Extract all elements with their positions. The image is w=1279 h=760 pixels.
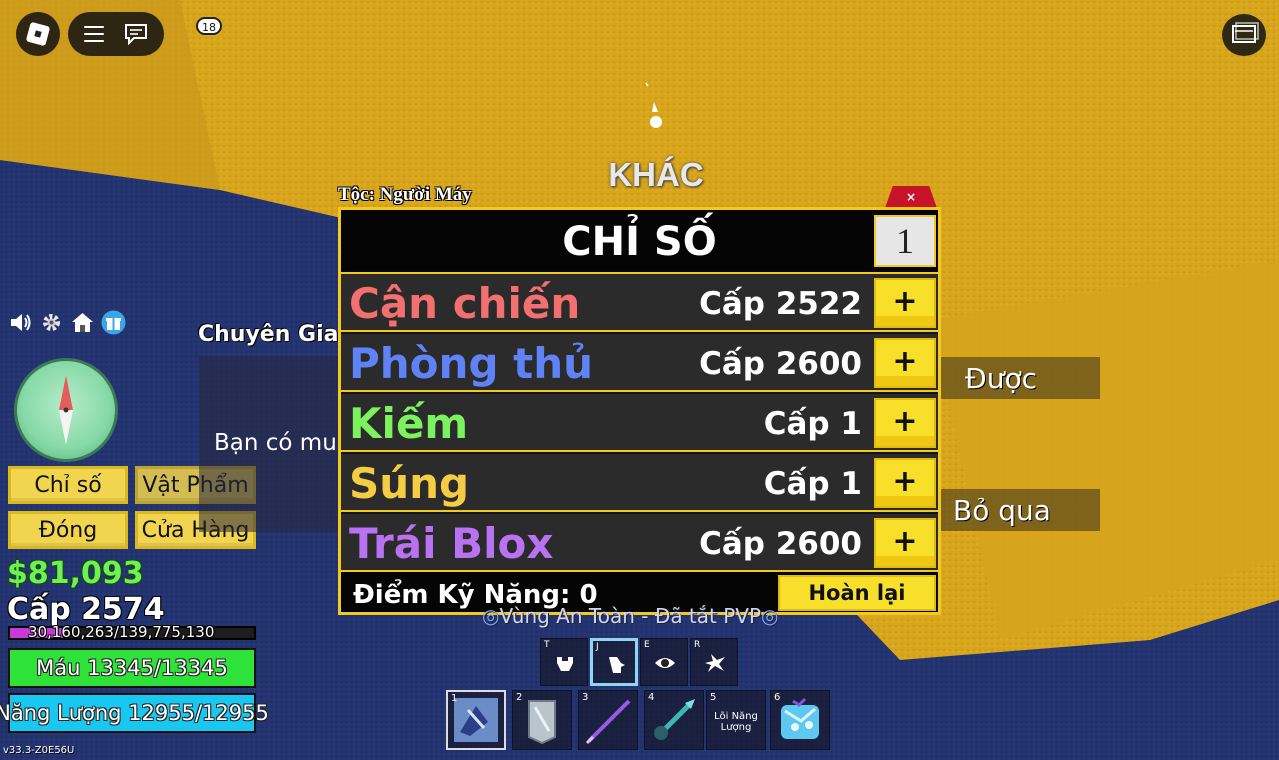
world-npc-label: KHÁC [608, 156, 704, 193]
shield-icon: ◎ [482, 604, 500, 628]
hotbar-slot-4[interactable]: 4 [644, 690, 704, 750]
slot-key: R [694, 640, 701, 650]
slot-key: 3 [582, 692, 589, 703]
stat-name: Phòng thủ [349, 339, 594, 388]
stat-name: Kiếm [349, 399, 469, 448]
health-text: Máu 13345/13345 [36, 656, 228, 680]
hotbar-slot-6[interactable]: 6 [770, 690, 830, 750]
slot-key: 5 [710, 692, 717, 703]
skill-slot-j[interactable]: J [590, 638, 638, 686]
close-stats-button[interactable]: × [885, 186, 937, 208]
add-blox-fruit-button[interactable]: + [874, 518, 936, 568]
xp-text: 30,160,263/139,775,130 [28, 623, 215, 641]
energy-bar: Năng Lượng 12955/12955 [0, 693, 269, 733]
add-defense-button[interactable]: + [874, 338, 936, 388]
compass [14, 358, 118, 462]
dialog-text: Bạn có mu [214, 430, 337, 456]
dialog-choice-skip[interactable]: Bỏ qua [941, 489, 1100, 531]
stat-name: Súng [349, 459, 470, 508]
dash-icon [609, 657, 625, 673]
stats-panel: CHỈ SỐ 1 Cận chiến Cấp 2522 + Phòng thủ … [338, 207, 941, 615]
skill-slot-r[interactable]: R [690, 638, 738, 686]
skill-slot-t[interactable]: T [540, 638, 588, 686]
hotbar-slot-2[interactable]: 2 [512, 690, 572, 750]
windows-icon [1232, 22, 1259, 43]
stats-panel-title: CHỈ SỐ [562, 219, 717, 265]
slot-key: T [544, 640, 550, 650]
burst-icon [705, 654, 725, 672]
more-menu-button[interactable] [1222, 14, 1266, 56]
chat-badge: 18 [196, 17, 222, 35]
stat-row-defense: Phòng thủ Cấp 2600 + [341, 334, 938, 392]
player-level: Cấp 2574 [7, 592, 165, 627]
fist-icon [557, 657, 573, 671]
slot-key: 4 [648, 692, 655, 703]
hotbar-slot-3[interactable]: 3 [578, 690, 638, 750]
slot-key: J [596, 642, 599, 652]
stat-level: Cấp 2522 [699, 286, 862, 322]
eye-icon [655, 658, 675, 668]
safe-zone-text: ◎Vùng An Toàn - Đã tắt PVP◎ [482, 604, 778, 628]
hud-icon-row [8, 310, 126, 335]
sound-icon[interactable] [8, 310, 33, 335]
stat-level: Cấp 2600 [699, 346, 862, 382]
safe-zone-label: Vùng An Toàn - Đã tắt PVP [499, 604, 762, 628]
shield-icon: ◎ [761, 604, 779, 628]
slot-key: 6 [774, 692, 781, 703]
version-label: v33.3-Z0E56U [3, 745, 75, 756]
home-icon[interactable] [70, 310, 95, 335]
energy-text: Năng Lượng 12955/12955 [0, 701, 269, 725]
health-bar: Máu 13345/13345 [8, 648, 256, 688]
dialog-choice-accept[interactable]: Được [941, 357, 1100, 399]
add-melee-button[interactable]: + [874, 278, 936, 328]
chat-icon[interactable]: 18 [124, 17, 222, 46]
reset-stats-button[interactable]: Hoàn lại [778, 575, 936, 611]
slot-key: 1 [451, 693, 458, 704]
roblox-logo-icon [25, 21, 51, 47]
choice-accept-label: Được [965, 361, 1037, 395]
hotbar-slot-1[interactable]: 1 [446, 690, 506, 750]
stat-level: Cấp 2600 [699, 526, 862, 562]
stat-level: Cấp 1 [763, 466, 862, 502]
slot-key: 2 [516, 692, 523, 703]
stat-row-sword: Kiếm Cấp 1 + [341, 394, 938, 452]
topbar-pill: 18 [68, 12, 222, 56]
slot-key: E [644, 640, 650, 650]
choice-skip-label: Bỏ qua [953, 493, 1051, 527]
stats-panel-header: CHỈ SỐ 1 [341, 210, 938, 274]
money-display: $81,093 [7, 556, 144, 591]
npc-marker-icon [645, 82, 662, 128]
stat-row-melee: Cận chiến Cấp 2522 + [341, 274, 938, 332]
add-sword-button[interactable]: + [874, 398, 936, 448]
stat-name: Trái Blox [349, 519, 554, 568]
hamburger-menu-icon[interactable] [84, 26, 104, 42]
gear-icon[interactable] [39, 310, 64, 335]
close-menu-button[interactable]: Đóng [8, 511, 128, 549]
point-amount-input[interactable]: 1 [874, 215, 936, 267]
stat-name: Cận chiến [349, 279, 581, 328]
stats-button[interactable]: Chỉ số [8, 466, 128, 504]
skill-slot-e[interactable]: E [640, 638, 688, 686]
compass-needle-icon [59, 375, 73, 445]
race-label: Tộc: Người Máy [338, 184, 472, 205]
stat-row-blox-fruit: Trái Blox Cấp 2600 + [341, 514, 938, 572]
hotbar-slot-5[interactable]: 5 Lõi Năng Lượng [706, 690, 766, 750]
gift-icon[interactable] [101, 310, 126, 335]
dialog-speaker: Chuyên Gia [198, 322, 339, 347]
stat-level: Cấp 1 [763, 406, 862, 442]
roblox-menu-button[interactable] [16, 12, 60, 56]
add-gun-button[interactable]: + [874, 458, 936, 508]
energy-core-label: Lõi Năng Lượng [714, 711, 758, 733]
stat-row-gun: Súng Cấp 1 + [341, 454, 938, 512]
